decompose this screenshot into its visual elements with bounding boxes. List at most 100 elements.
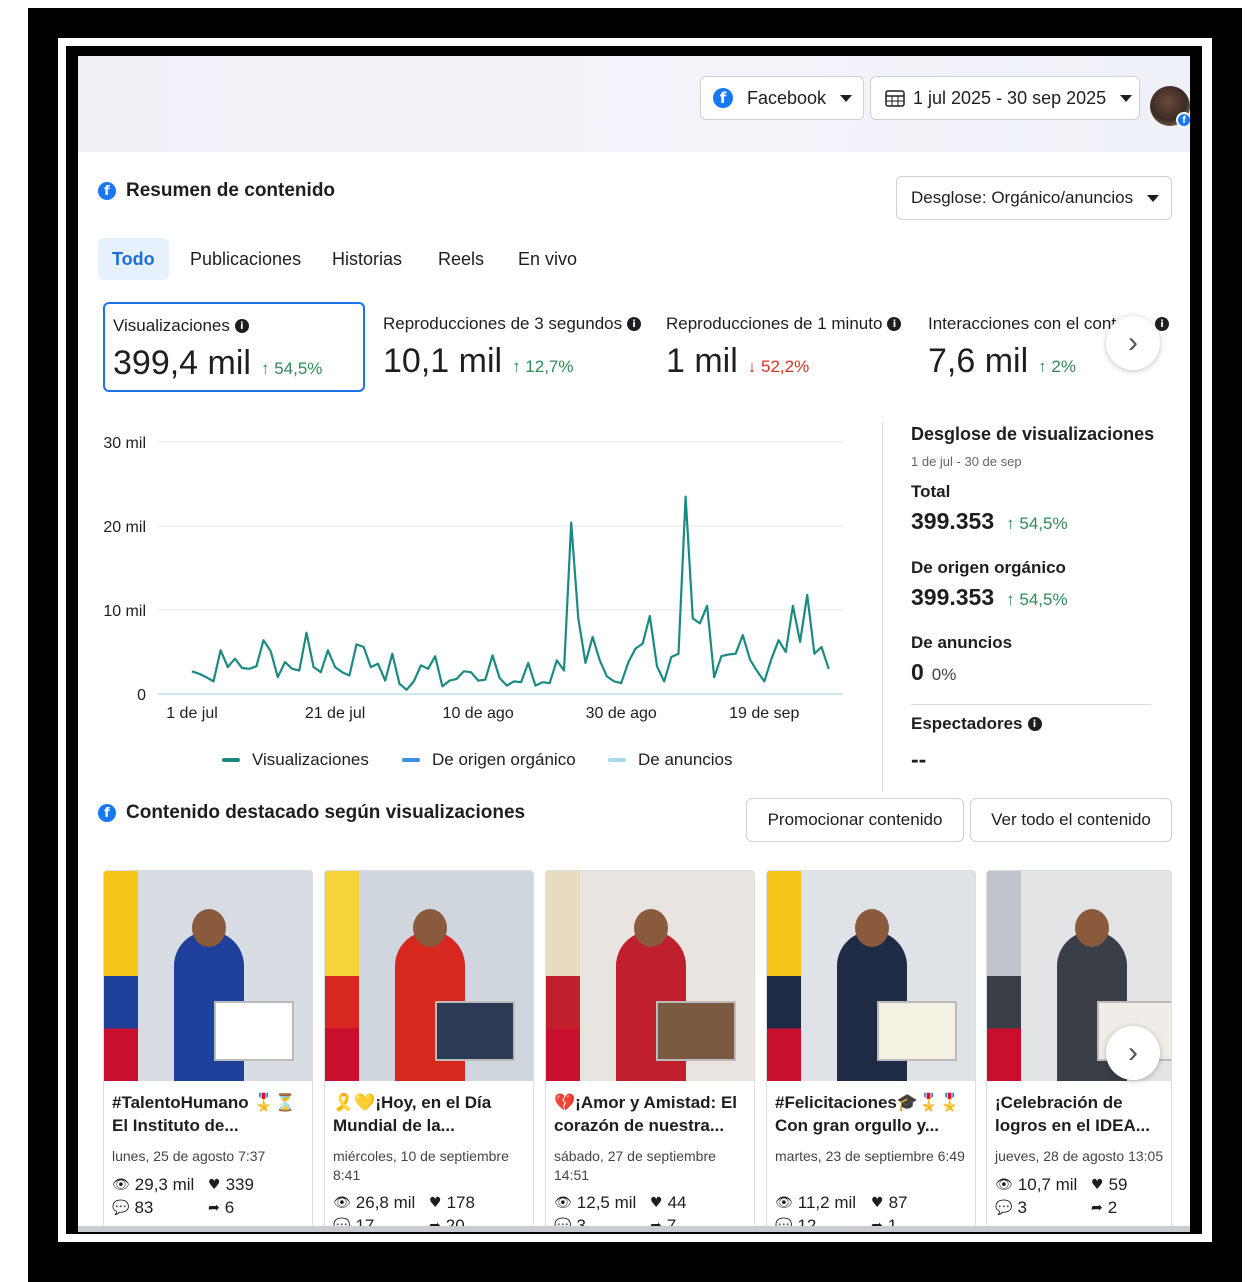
- post-date: lunes, 25 de agosto 7:37: [112, 1148, 266, 1164]
- metric-reproducciones-1m[interactable]: Reproducciones de 1 minuto i 1 mil ↓ 52,2%: [658, 302, 908, 392]
- views-count-value: 29,3 mil: [134, 1175, 195, 1194]
- facebook-badge-icon: f: [1176, 112, 1190, 128]
- post-caption-line-1: 💔¡Amor y Amistad: El: [554, 1093, 738, 1112]
- eye-icon: 👁: [333, 1195, 351, 1211]
- info-icon[interactable]: i: [627, 317, 642, 331]
- panel-divider: [882, 422, 883, 792]
- platform-selector[interactable]: f Facebook: [700, 76, 864, 120]
- metrics-next-button[interactable]: ›: [1106, 316, 1160, 370]
- metric-value-text: 1 mil: [666, 342, 738, 380]
- featured-content-card[interactable]: #TalentoHumano 🎖️⏳ El Instituto de... lune…: [103, 870, 313, 1232]
- metric-visualizaciones[interactable]: Visualizaciones i 399,4 mil ↑ 54,5%: [103, 302, 365, 392]
- promote-content-button[interactable]: Promocionar contenido: [746, 798, 964, 842]
- tab-publicaciones[interactable]: Publicaciones: [176, 238, 315, 280]
- post-thumbnail[interactable]: [325, 871, 533, 1081]
- person-head: [192, 909, 226, 947]
- info-icon[interactable]: i: [234, 319, 249, 333]
- post-thumbnail[interactable]: [546, 871, 754, 1081]
- featured-content-card[interactable]: 🎗️💛¡Hoy, en el Día Mundial de la... miérco…: [324, 870, 534, 1232]
- facebook-icon: f: [98, 804, 116, 822]
- metric-value-text: 10,1 mil: [383, 342, 503, 380]
- eye-icon: 👁: [775, 1195, 793, 1211]
- view-all-content-button[interactable]: Ver todo el contenido: [970, 798, 1172, 842]
- profile-avatar[interactable]: f: [1150, 86, 1190, 128]
- facebook-icon: f: [98, 182, 116, 200]
- chevron-right-icon: ›: [1128, 1036, 1138, 1069]
- organic-value: 399.353 ↑ 54,5%: [911, 584, 1068, 611]
- tab-reels[interactable]: Reels: [424, 238, 498, 280]
- horizontal-scrollbar[interactable]: [78, 1226, 1190, 1232]
- metric-label: Reproducciones de 3 segundos i: [383, 314, 642, 334]
- views-count: 👁 12,5 mil: [554, 1193, 636, 1213]
- person-head: [413, 909, 447, 947]
- post-thumbnail[interactable]: [767, 871, 975, 1081]
- post-caption[interactable]: ¡Celebración de logros en el IDEA...: [995, 1091, 1171, 1137]
- tab-todo[interactable]: Todo: [98, 238, 169, 280]
- legend-organico: De origen orgánico: [402, 750, 576, 770]
- share-icon: ➦: [208, 1200, 220, 1216]
- chevron-down-icon: [840, 94, 853, 102]
- post-caption-line-1: #Felicitaciones🎓🎖️🎖️: [775, 1093, 961, 1112]
- flag-decoration: [325, 871, 359, 1081]
- metric-value: 7,6 mil ↑ 2%: [928, 342, 1076, 381]
- y-tick-label: 30 mil: [103, 435, 146, 452]
- post-caption-line-2: Con gran orgullo y...: [775, 1116, 940, 1135]
- x-tick-label: 30 de ago: [586, 705, 657, 722]
- panel-separator: [911, 704, 1151, 705]
- facebook-icon: f: [713, 88, 733, 108]
- ads-label: De anuncios: [911, 633, 1013, 652]
- calendar-icon: [885, 90, 905, 107]
- metric-value: 10,1 mil ↑ 12,7%: [383, 342, 574, 381]
- post-caption[interactable]: #TalentoHumano 🎖️⏳ El Instituto de...: [112, 1091, 308, 1137]
- date-range-selector[interactable]: 1 jul 2025 - 30 sep 2025: [870, 76, 1140, 120]
- info-icon[interactable]: i: [1027, 717, 1042, 731]
- post-caption[interactable]: 🎗️💛¡Hoy, en el Día Mundial de la...: [333, 1091, 529, 1137]
- info-icon[interactable]: i: [1155, 317, 1170, 331]
- likes-count-value: 59: [1108, 1175, 1128, 1194]
- chevron-down-icon: [1147, 194, 1160, 202]
- metric-value-text: 7,6 mil: [928, 342, 1029, 380]
- breakdown-panel-title: Desglose de visualizaciones: [911, 424, 1155, 444]
- breakdown-label: Desglose: Orgánico/anuncios: [911, 188, 1134, 207]
- metric-value-text: 399,4 mil: [113, 344, 251, 382]
- views-count-value: 11,2 mil: [797, 1193, 857, 1212]
- post-caption[interactable]: #Felicitaciones🎓🎖️🎖️ Con gran orgullo y..…: [775, 1091, 971, 1137]
- metric-label-text: Reproducciones de 1 minuto: [666, 314, 883, 333]
- heart-icon: ♥: [1091, 1177, 1104, 1193]
- views-count-value: 26,8 mil: [355, 1193, 416, 1212]
- y-tick-label: 20 mil: [103, 519, 146, 536]
- tab-historias[interactable]: Historias: [318, 238, 416, 280]
- summary-title-text: Resumen de contenido: [126, 180, 336, 201]
- post-thumbnail[interactable]: [104, 871, 312, 1081]
- summary-title: f Resumen de contenido: [98, 180, 335, 202]
- post-date: miércoles, 10 de septiembre 8:41: [333, 1148, 509, 1183]
- info-icon[interactable]: i: [887, 317, 902, 331]
- date-range-label: 1 jul 2025 - 30 sep 2025: [913, 87, 1107, 108]
- post-caption-line-2: corazón de nuestra...: [554, 1116, 725, 1135]
- views-count: 👁 11,2 mil: [775, 1193, 856, 1213]
- flag-decoration: [546, 871, 580, 1081]
- eye-icon: 👁: [995, 1177, 1013, 1193]
- flag-decoration: [767, 871, 801, 1081]
- metric-reproducciones-3s[interactable]: Reproducciones de 3 segundos i 10,1 mil ↑ …: [375, 302, 645, 392]
- post-caption-line-1: #TalentoHumano 🎖️⏳: [112, 1093, 296, 1112]
- metric-label: Reproducciones de 1 minuto i: [666, 314, 902, 334]
- views-count-value: 10,7 mil: [1017, 1175, 1078, 1194]
- views-count: 👁 10,7 mil: [995, 1175, 1077, 1195]
- breakdown-dropdown[interactable]: Desglose: Orgánico/anuncios: [896, 176, 1172, 220]
- likes-count-value: 339: [225, 1175, 254, 1194]
- legend-label: De anuncios: [638, 750, 733, 769]
- cards-next-button[interactable]: ›: [1106, 1026, 1160, 1080]
- likes-count-value: 44: [667, 1193, 687, 1212]
- metric-change: ↓ 52,2%: [747, 357, 810, 376]
- tab-en-vivo[interactable]: En vivo: [504, 238, 591, 280]
- certificate-decoration: [214, 1001, 294, 1061]
- legend-visualizaciones: Visualizaciones: [222, 750, 369, 770]
- likes-count: ♥ 44: [650, 1193, 686, 1213]
- featured-content-card[interactable]: 💔¡Amor y Amistad: El corazón de nuestra..…: [545, 870, 755, 1232]
- metric-change: ↑ 12,7%: [512, 357, 574, 376]
- featured-content-card[interactable]: #Felicitaciones🎓🎖️🎖️ Con gran orgullo y..…: [766, 870, 976, 1232]
- total-label: Total: [911, 482, 951, 501]
- post-caption[interactable]: 💔¡Amor y Amistad: El corazón de nuestra..…: [554, 1091, 750, 1137]
- post-caption-line-1: ¡Celebración de: [995, 1093, 1123, 1112]
